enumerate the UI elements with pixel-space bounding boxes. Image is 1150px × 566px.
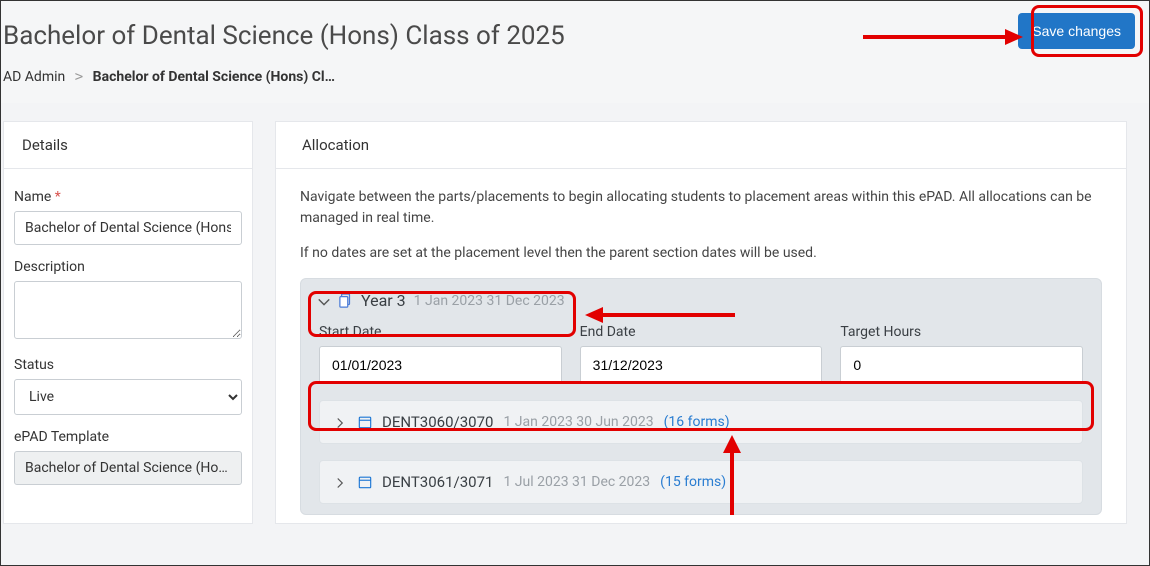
details-panel: Details Name * Description Status Live e… [3, 121, 253, 524]
calendar-icon [358, 415, 372, 429]
end-date-label: End Date [580, 324, 823, 340]
start-date-label: Start Date [319, 324, 562, 340]
year-name: Year 3 [361, 291, 406, 310]
year-header[interactable]: Year 3 1 Jan 2023 31 Dec 2023 [301, 279, 1101, 322]
template-label: ePAD Template [14, 429, 242, 445]
allocation-panel: Allocation Navigate between the parts/pl… [275, 121, 1127, 524]
allocation-panel-title: Allocation [276, 122, 1126, 169]
placement-forms-link[interactable]: (16 forms) [664, 414, 730, 430]
breadcrumb-current: Bachelor of Dental Science (Hons) Cl… [93, 69, 335, 85]
chevron-right-icon [334, 475, 348, 489]
placement-forms-link[interactable]: (15 forms) [660, 474, 726, 490]
allocation-intro-2: If no dates are set at the placement lev… [300, 243, 1102, 264]
template-value[interactable]: Bachelor of Dental Science (Hons) [14, 451, 242, 485]
target-hours-field[interactable] [840, 346, 1083, 384]
chevron-right-icon: > [75, 69, 83, 85]
placement-row[interactable]: DENT3061/3071 1 Jul 2023 31 Dec 2023 (15… [319, 460, 1083, 504]
allocation-intro-1: Navigate between the parts/placements to… [300, 187, 1102, 229]
placement-name: DENT3061/3071 [382, 473, 493, 491]
status-label: Status [14, 357, 242, 373]
copy-icon [339, 293, 353, 309]
name-field[interactable] [14, 211, 242, 245]
details-panel-title: Details [4, 122, 252, 169]
year-section: Year 3 1 Jan 2023 31 Dec 2023 Start Date… [300, 278, 1102, 515]
end-date-field[interactable] [580, 346, 823, 384]
calendar-icon [358, 475, 372, 489]
breadcrumb: AD Admin > Bachelor of Dental Science (H… [3, 69, 1149, 85]
save-changes-button[interactable]: Save changes [1018, 13, 1135, 49]
breadcrumb-root[interactable]: AD Admin [3, 69, 65, 85]
chevron-down-icon [317, 294, 331, 308]
placement-dates: 1 Jan 2023 30 Jun 2023 [503, 414, 653, 430]
description-field[interactable] [14, 281, 242, 339]
placement-name: DENT3060/3070 [382, 413, 493, 431]
page-title: Bachelor of Dental Science (Hons) Class … [3, 21, 1149, 51]
placement-row[interactable]: DENT3060/3070 1 Jan 2023 30 Jun 2023 (16… [319, 400, 1083, 444]
name-label: Name * [14, 189, 242, 205]
year-date-range: 1 Jan 2023 31 Dec 2023 [414, 293, 565, 309]
target-hours-label: Target Hours [840, 324, 1083, 340]
start-date-field[interactable] [319, 346, 562, 384]
description-label: Description [14, 259, 242, 275]
chevron-right-icon [334, 415, 348, 429]
placement-dates: 1 Jul 2023 31 Dec 2023 [503, 474, 650, 490]
status-select[interactable]: Live [14, 379, 242, 415]
